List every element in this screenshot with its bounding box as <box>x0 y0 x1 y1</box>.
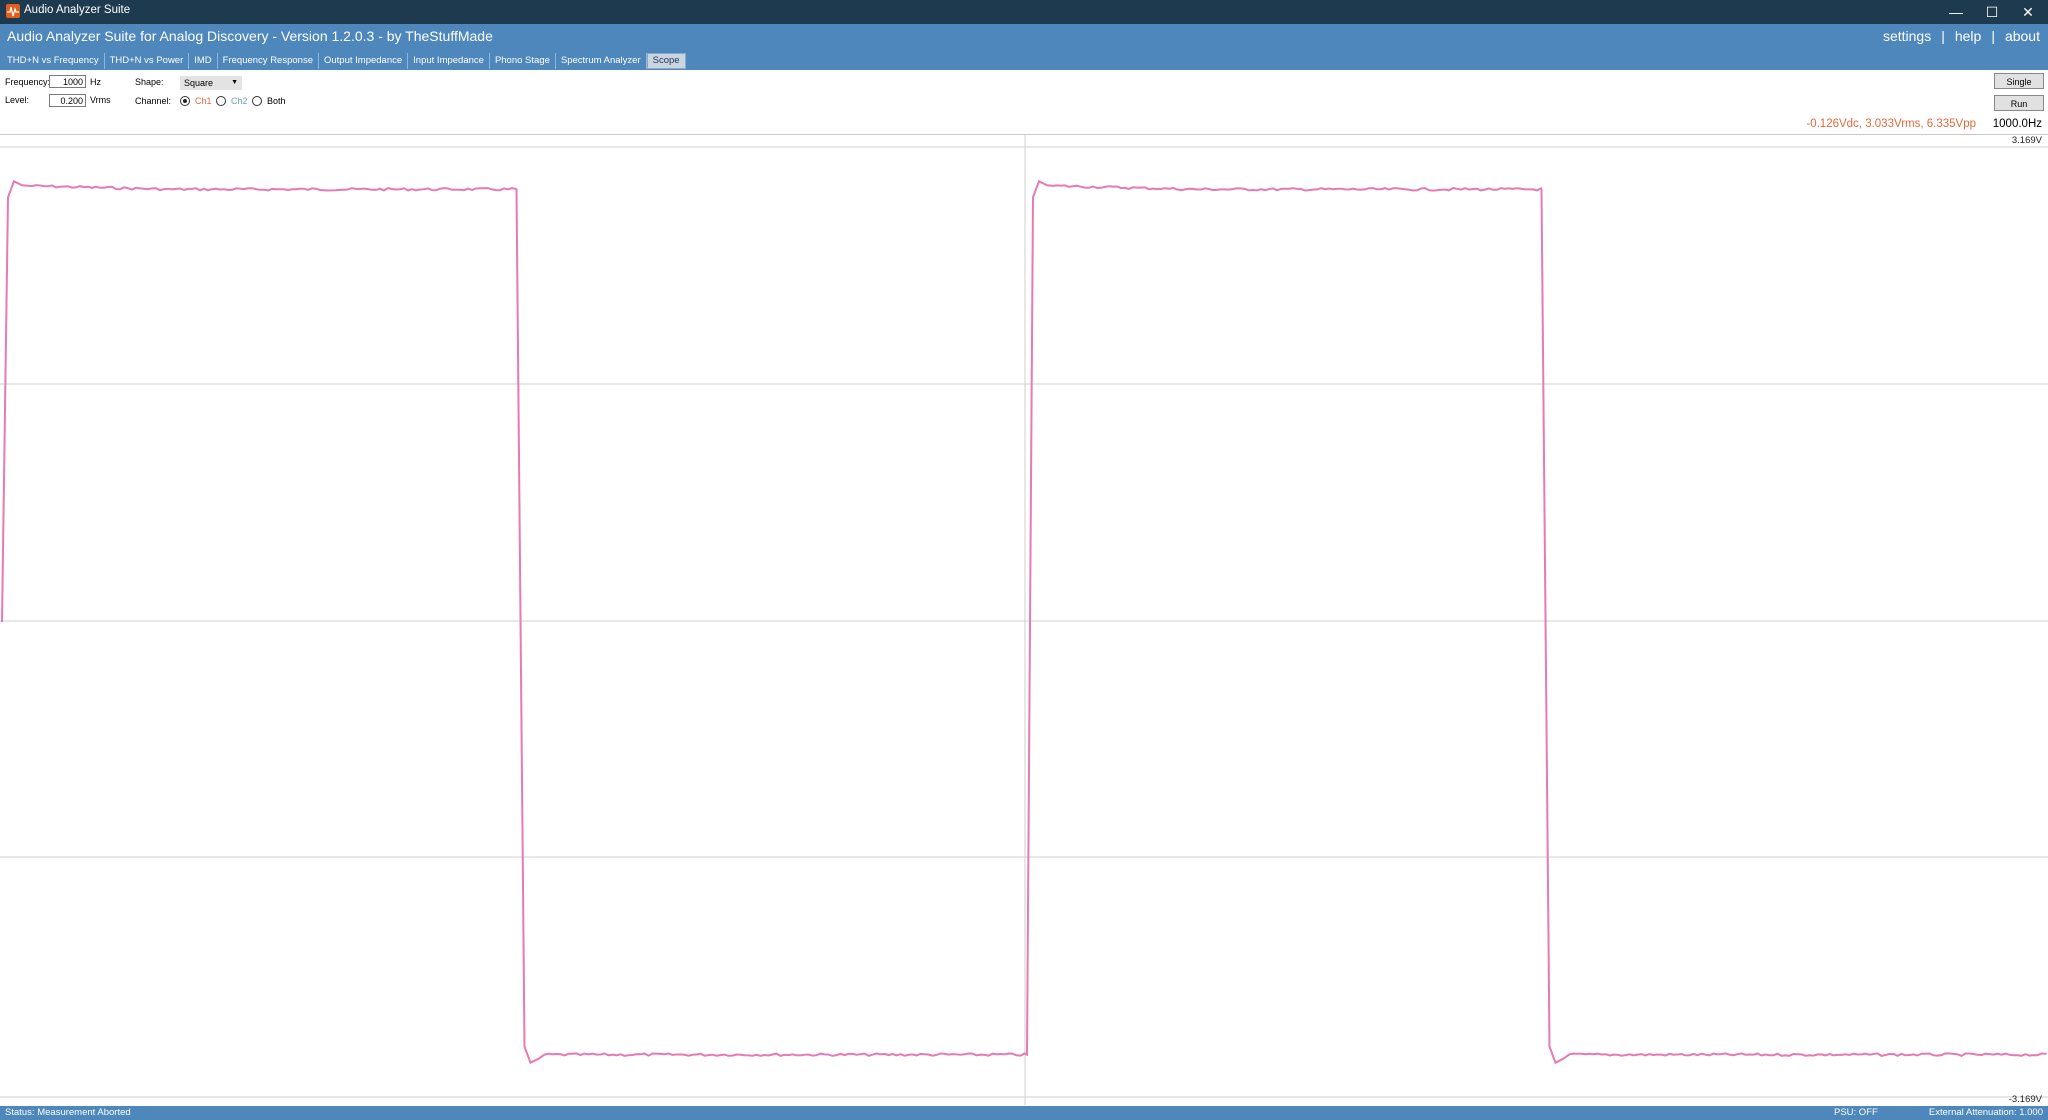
about-link[interactable]: about <box>2005 28 2040 44</box>
tab-imd[interactable]: IMD <box>189 53 218 69</box>
nav-separator: | <box>1991 28 1995 44</box>
tab-thdn-frequency[interactable]: THD+N vs Frequency <box>2 53 105 69</box>
y-min-label: -3.169V <box>2008 1094 2042 1105</box>
tab-input-impedance[interactable]: Input Impedance <box>408 53 490 69</box>
close-button[interactable]: ✕ <box>2010 0 2046 24</box>
top-nav: settings | help | about <box>1883 28 2040 44</box>
shape-label: Shape: <box>135 77 164 87</box>
attenuation-status: External Attenuation: 1.000 <box>1928 1107 2043 1118</box>
tab-spectrum-analyzer[interactable]: Spectrum Analyzer <box>556 53 647 69</box>
chevron-down-icon: ▼ <box>231 79 238 86</box>
shape-select-value: Square <box>184 78 214 88</box>
psu-status: PSU: OFF <box>1834 1107 1878 1118</box>
tab-frequency-response[interactable]: Frequency Response <box>218 53 319 69</box>
tab-phono-stage[interactable]: Phono Stage <box>490 53 556 69</box>
frequency-label: Frequency: <box>5 77 51 87</box>
level-unit: Vrms <box>90 95 111 105</box>
scope-canvas <box>0 135 2048 1105</box>
frequency-input[interactable]: 1000 <box>49 75 86 88</box>
tab-thdn-power[interactable]: THD+N vs Power <box>105 53 190 69</box>
shape-select[interactable]: Square ▼ <box>180 76 242 90</box>
window-title: Audio Analyzer Suite <box>24 4 131 16</box>
scope-plot[interactable] <box>0 134 2048 1105</box>
tab-strip: THD+N vs Frequency THD+N vs Power IMD Fr… <box>2 53 686 69</box>
maximize-button[interactable]: ☐ <box>1974 0 2010 24</box>
ch2-radio[interactable] <box>216 96 226 106</box>
ch1-radio[interactable] <box>180 96 190 106</box>
minimize-button[interactable]: — <box>1938 0 1974 24</box>
single-button[interactable]: Single <box>1994 73 2044 89</box>
level-input[interactable]: 0.200 <box>49 94 86 107</box>
help-link[interactable]: help <box>1955 28 1981 44</box>
run-button[interactable]: Run <box>1994 95 2044 111</box>
tab-scope[interactable]: Scope <box>646 53 686 69</box>
nav-separator: | <box>1941 28 1945 44</box>
status-bar: Status: Measurement Aborted PSU: OFF Ext… <box>0 1106 2048 1120</box>
y-max-label: 3.169V <box>2011 135 2042 146</box>
measurement-readout: -0.126Vdc, 3.033Vrms, 6.335Vpp <box>1806 118 1976 130</box>
frequency-readout: 1000.0Hz <box>1992 118 2042 130</box>
frequency-unit: Hz <box>90 77 101 87</box>
level-label: Level: <box>5 95 30 105</box>
tab-output-impedance[interactable]: Output Impedance <box>319 53 409 69</box>
status-text: Status: Measurement Aborted <box>5 1107 131 1118</box>
both-radio[interactable] <box>252 96 262 106</box>
ch1-square-wave-trace <box>1 179 2047 1065</box>
settings-link[interactable]: settings <box>1883 28 1931 44</box>
channel-label: Channel: <box>135 96 172 106</box>
ch1-label: Ch1 <box>195 96 212 106</box>
window-titlebar: Audio Analyzer Suite — ☐ ✕ <box>0 0 2048 24</box>
ch2-label: Ch2 <box>231 96 248 106</box>
app-logo-icon <box>6 4 20 18</box>
both-label: Both <box>267 96 286 106</box>
app-header: Audio Analyzer Suite for Analog Discover… <box>0 24 2048 70</box>
app-heading: Audio Analyzer Suite for Analog Discover… <box>7 28 493 44</box>
